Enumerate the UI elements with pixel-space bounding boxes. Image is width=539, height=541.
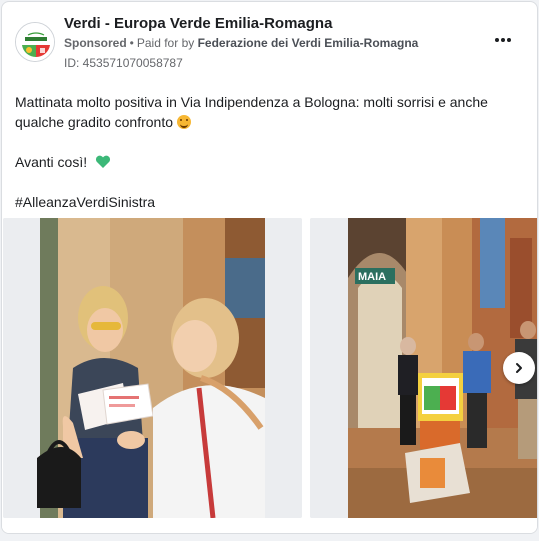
more-options-icon [495,38,499,42]
post-body: Mattinata molto positiva in Via Indipend… [15,92,525,212]
image-carousel[interactable]: MAIA [2,218,537,518]
verdi-logo [16,23,54,61]
smiling-face-icon [177,115,191,129]
page-name[interactable]: Verdi - Europa Verde Emilia-Romagna [64,15,332,32]
funder-name[interactable]: Federazione dei Verdi Emilia-Romagna [198,36,419,50]
hashtag[interactable]: #AlleanzaVerdiSinistra [15,192,525,212]
post-text-paragraph-2: Avanti così! [15,152,525,172]
page-avatar[interactable] [15,22,55,62]
meta-separator: • [129,36,134,50]
carousel-image-1[interactable] [3,218,302,518]
chevron-right-icon [516,363,522,373]
post-header: Verdi - Europa Verde Emilia-Romagna Spon… [2,2,537,82]
ad-card: Verdi - Europa Verde Emilia-Romagna Spon… [1,1,538,534]
paid-for-prefix: Paid for by [136,36,195,50]
photo-women-with-flyer [3,218,302,518]
post-meta: Sponsored • Paid for by Federazione dei Ve… [64,36,418,50]
post-text-paragraph-1: Mattinata molto positiva in Via Indipend… [15,94,488,130]
card-footer-space [2,518,537,533]
sponsored-label[interactable]: Sponsored [64,36,127,50]
store-sign: MAIA [358,271,386,283]
carousel-next-button[interactable] [503,352,535,384]
ad-id: ID: 453571070058787 [64,56,183,70]
more-options-button[interactable] [491,30,515,50]
green-heart-icon [95,155,111,168]
